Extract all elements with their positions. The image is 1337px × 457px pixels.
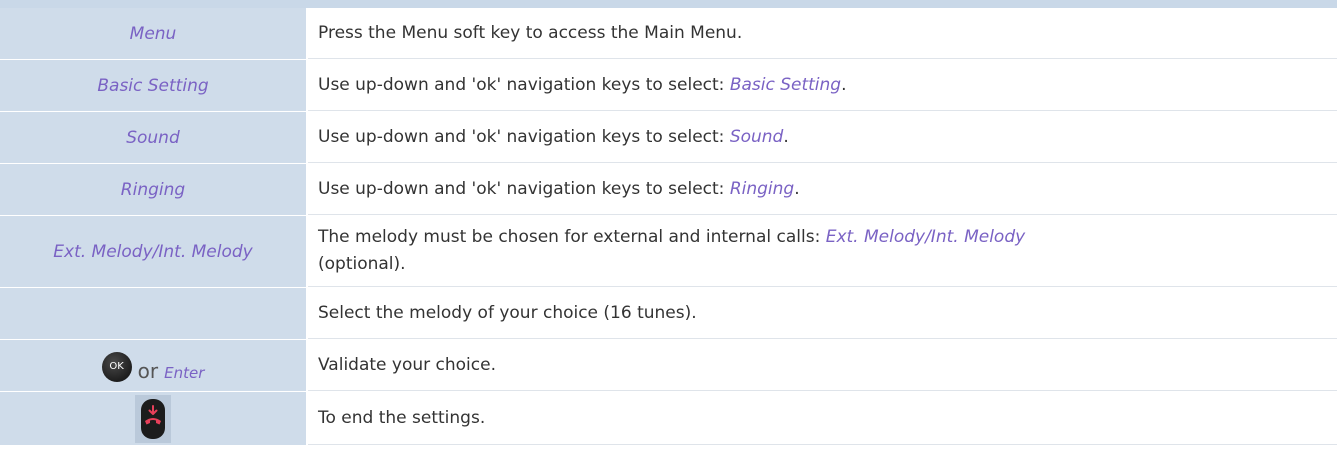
step-label-cell: Ringing: [0, 164, 308, 215]
step-label: Ext. Melody/Int. Melody: [53, 241, 253, 262]
step-description-cell: The melody must be chosen for external a…: [308, 216, 1337, 287]
table-row: Menu Press the Menu soft key to access t…: [0, 8, 1337, 60]
table-row: Ext. Melody/Int. Melody The melody must …: [0, 216, 1337, 288]
ok-key-label: OK: [109, 361, 124, 372]
step-label-cell: Menu: [0, 8, 308, 59]
or-label: or: [137, 358, 159, 383]
step-label-cell: [0, 392, 308, 445]
step-description-cell: Select the melody of your choice (16 tun…: [308, 288, 1337, 339]
step-label: Menu: [129, 23, 177, 44]
step-description: Use up-down and 'ok' navigation keys to …: [318, 178, 730, 199]
step-label-cell: Sound: [0, 112, 308, 163]
step-description-cell: Use up-down and 'ok' navigation keys to …: [308, 164, 1337, 215]
hang-up-key-icon: [135, 394, 171, 443]
step-description-suffix: .: [841, 74, 847, 95]
instruction-table: Menu Press the Menu soft key to access t…: [0, 8, 1337, 446]
menu-reference: Ext. Melody/Int. Melody: [825, 227, 1026, 247]
step-description-cell: Use up-down and 'ok' navigation keys to …: [308, 112, 1337, 163]
step-description: The melody must be chosen for external a…: [318, 227, 826, 247]
table-row: To end the settings.: [0, 392, 1337, 446]
step-description: Select the melody of your choice (16 tun…: [318, 302, 697, 323]
step-label: Sound: [126, 127, 180, 148]
step-description: Use up-down and 'ok' navigation keys to …: [318, 126, 730, 147]
table-row: OK or Enter Validate your choice.: [0, 340, 1337, 392]
ok-key-icon: OK: [101, 351, 132, 382]
step-description-cell: To end the settings.: [308, 392, 1337, 445]
table-row: Basic Setting Use up-down and 'ok' navig…: [0, 60, 1337, 112]
step-label-cell: Ext. Melody/Int. Melody: [0, 216, 308, 287]
step-description: Use up-down and 'ok' navigation keys to …: [318, 74, 730, 95]
menu-reference: Sound: [729, 126, 784, 147]
step-label: Basic Setting: [97, 75, 209, 96]
step-description: To end the settings.: [318, 407, 486, 428]
step-description-suffix: .: [794, 178, 800, 199]
table-row: Ringing Use up-down and 'ok' navigation …: [0, 164, 1337, 216]
step-label-cell: OK or Enter: [0, 340, 308, 391]
table-row: Select the melody of your choice (16 tun…: [0, 288, 1337, 340]
step-description-cell: Use up-down and 'ok' navigation keys to …: [308, 60, 1337, 111]
step-description: Press the Menu soft key to access the Ma…: [318, 22, 743, 43]
step-description-suffix: (optional).: [318, 254, 406, 274]
menu-reference: Ringing: [729, 178, 795, 199]
enter-reference: Enter: [164, 363, 205, 382]
step-description-cell: Validate your choice.: [308, 340, 1337, 391]
step-label-cell: [0, 288, 308, 339]
menu-reference: Basic Setting: [729, 74, 842, 95]
step-label-cell: Basic Setting: [0, 60, 308, 111]
step-label: Ringing: [120, 179, 186, 200]
step-description: Validate your choice.: [318, 354, 496, 375]
table-row: Sound Use up-down and 'ok' navigation ke…: [0, 112, 1337, 164]
step-description-suffix: .: [783, 126, 789, 147]
step-description-cell: Press the Menu soft key to access the Ma…: [308, 8, 1337, 59]
table-header-bar: [0, 0, 1337, 8]
